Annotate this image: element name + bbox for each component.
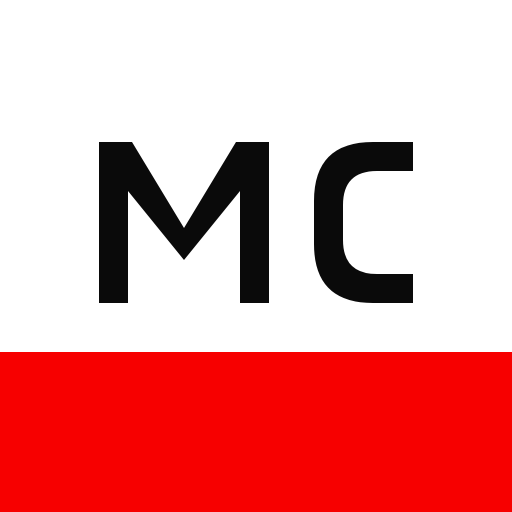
letter-c-shape xyxy=(314,142,413,303)
letter-m-shape xyxy=(99,142,269,303)
logo-red-band xyxy=(0,352,512,512)
mc-logo-mark xyxy=(99,142,413,303)
app-logo xyxy=(0,0,512,512)
